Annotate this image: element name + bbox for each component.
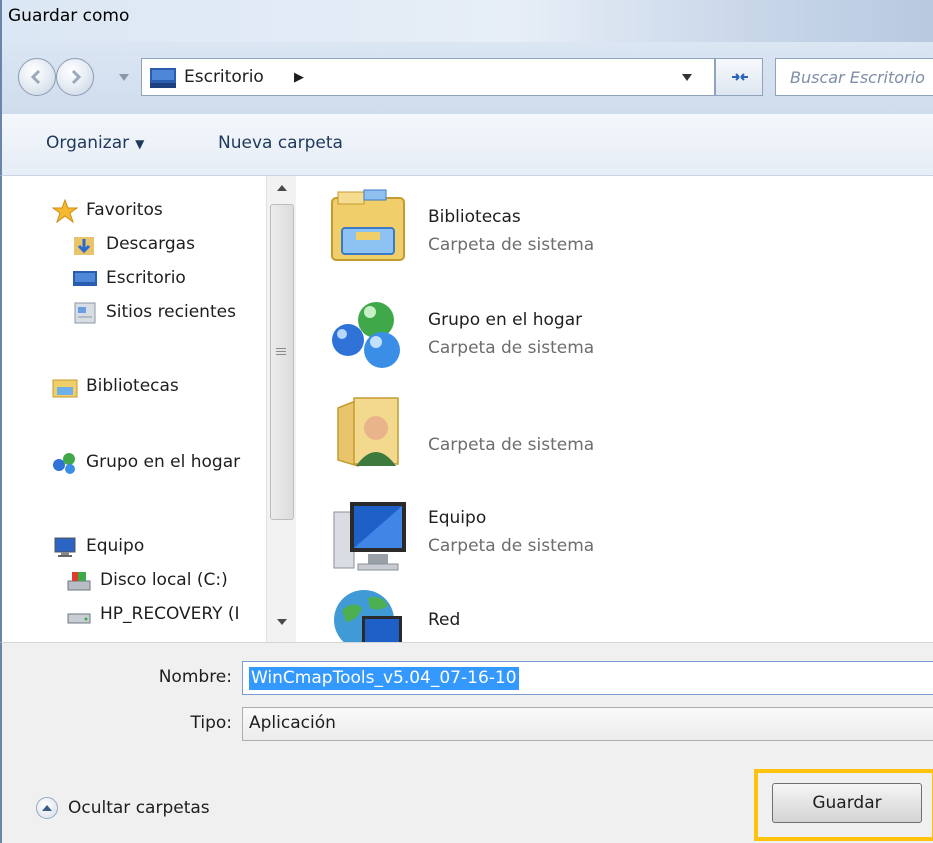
file-list: Bibliotecas Carpeta de sistema Grupo en … xyxy=(300,176,933,642)
file-name-label: Nombre: xyxy=(158,667,232,687)
file-name: Grupo en el hogar xyxy=(428,310,583,330)
star-icon xyxy=(52,199,78,223)
recent-places-icon xyxy=(74,302,96,324)
refresh-button[interactable] xyxy=(715,58,763,96)
file-name: Bibliotecas xyxy=(428,207,521,227)
nav-label: Sitios recientes xyxy=(106,302,236,322)
file-type-select[interactable]: Aplicación xyxy=(242,707,933,741)
title-bar: Guardar como xyxy=(0,0,933,42)
address-dropdown-icon[interactable] xyxy=(682,74,692,81)
search-input[interactable]: Buscar Escritorio xyxy=(775,58,933,96)
navigation-pane: Favoritos Descargas Escritorio Sitios re… xyxy=(0,176,300,642)
organize-label: Organizar xyxy=(46,133,130,153)
file-name: Red xyxy=(428,610,461,630)
save-button[interactable]: Guardar xyxy=(772,783,922,823)
homegroup-icon xyxy=(332,302,400,368)
nav-label: Descargas xyxy=(106,234,195,254)
nav-label: HP_RECOVERY (I xyxy=(100,604,240,624)
list-item[interactable]: Red xyxy=(300,580,933,642)
list-item[interactable]: Equipo Carpeta de sistema xyxy=(300,492,933,592)
nav-label: Escritorio xyxy=(106,268,186,288)
nav-label: Grupo en el hogar xyxy=(86,452,241,472)
nav-label: Bibliotecas xyxy=(86,376,179,396)
file-type-label: Tipo: xyxy=(190,713,232,733)
nav-label: Equipo xyxy=(86,536,145,556)
organize-button[interactable]: Organizar ▼ xyxy=(46,133,144,153)
nav-label: Favoritos xyxy=(86,200,163,220)
libraries-icon xyxy=(52,379,78,398)
window-title: Guardar como xyxy=(8,6,130,26)
back-button[interactable] xyxy=(18,58,56,96)
arrow-left-icon xyxy=(30,69,41,85)
forward-button[interactable] xyxy=(56,58,94,96)
network-icon xyxy=(334,590,402,642)
computer-icon xyxy=(333,502,406,571)
file-type: Carpeta de sistema xyxy=(428,536,595,556)
computer-icon xyxy=(54,537,76,557)
downloads-folder-icon xyxy=(74,237,94,255)
file-type-value: Aplicación xyxy=(249,713,336,733)
file-name-value[interactable]: WinCmapTools_v5.04_07-16-10 xyxy=(249,667,519,690)
file-type: Carpeta de sistema xyxy=(428,235,595,255)
scroll-grip-icon xyxy=(276,348,286,357)
chevron-down-icon: ▼ xyxy=(135,137,145,151)
hide-folders-label: Ocultar carpetas xyxy=(68,798,210,818)
list-item[interactable]: Grupo en el hogar Carpeta de sistema xyxy=(300,286,933,386)
homegroup-icon xyxy=(53,453,75,474)
new-folder-button[interactable]: Nueva carpeta xyxy=(218,133,343,153)
file-type: Carpeta de sistema xyxy=(428,435,595,455)
list-item[interactable]: Carpeta de sistema xyxy=(300,384,933,484)
save-options-panel: Nombre: WinCmapTools_v5.04_07-16-10 Tipo… xyxy=(0,642,933,843)
refresh-icon xyxy=(732,73,748,81)
recent-locations-icon[interactable] xyxy=(119,74,129,82)
breadcrumb-arrow-icon[interactable]: ▶ xyxy=(294,70,304,85)
desktop-icon xyxy=(73,271,97,286)
scroll-up-icon xyxy=(277,185,287,191)
search-placeholder: Buscar Escritorio xyxy=(790,68,925,87)
file-type: Carpeta de sistema xyxy=(428,338,595,358)
user-folder-icon xyxy=(337,397,399,468)
desktop-icon xyxy=(150,68,176,88)
navigation-scrollbar[interactable] xyxy=(266,176,296,642)
arrow-right-icon xyxy=(71,69,82,85)
address-bar: Escritorio ▶ Buscar Escritorio xyxy=(0,42,933,114)
local-disk-icon xyxy=(67,572,91,591)
command-bar: Organizar ▼ Nueva carpeta xyxy=(0,114,933,176)
file-name-input[interactable]: WinCmapTools_v5.04_07-16-10 xyxy=(242,661,933,695)
scroll-down-icon xyxy=(277,619,287,625)
list-item[interactable]: Bibliotecas Carpeta de sistema xyxy=(300,180,933,280)
address-path[interactable]: Escritorio ▶ xyxy=(141,58,715,96)
address-location[interactable]: Escritorio xyxy=(184,67,264,87)
collapse-icon xyxy=(36,797,58,819)
libraries-icon xyxy=(331,189,405,261)
nav-label: Disco local (C:) xyxy=(100,570,228,590)
drive-icon xyxy=(67,613,91,624)
file-name: Equipo xyxy=(428,508,487,528)
scroll-thumb[interactable] xyxy=(270,204,294,520)
